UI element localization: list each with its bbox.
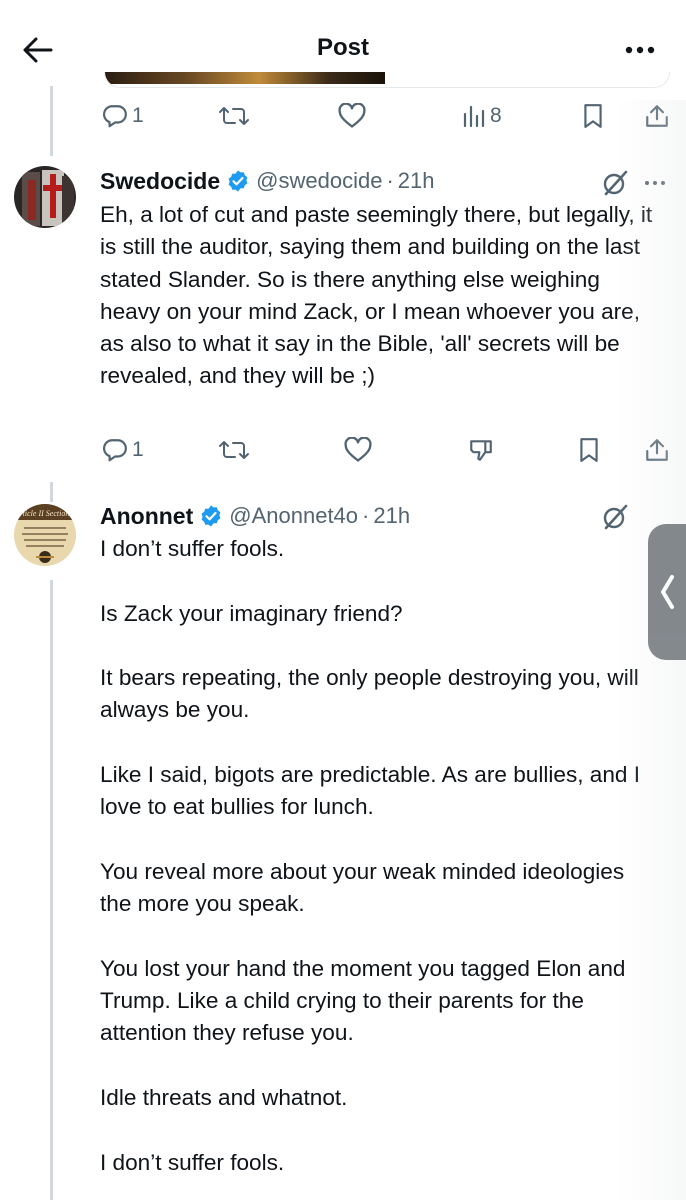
reply-header: Anonnet @Anonnet4o · 21h (100, 501, 410, 531)
author-name[interactable]: Anonnet (100, 503, 193, 530)
reply-icon (103, 105, 127, 128)
more-icon (645, 181, 665, 185)
chevron-left-icon (661, 575, 674, 609)
reply-post[interactable]: Article II Section 4 Anonnet @Anonnet4o … (0, 500, 686, 1200)
reply-post[interactable]: Swedocide @swedocide · 21h Eh, a lot of … (0, 166, 686, 496)
like-icon (338, 103, 366, 128)
avatar[interactable] (14, 166, 76, 228)
verified-icon (201, 505, 221, 527)
views-icon (463, 105, 485, 128)
verified-icon (228, 170, 248, 192)
reply-paragraph: Eh, a lot of cut and paste seemingly the… (100, 202, 653, 389)
thread-line (50, 86, 53, 156)
reply-header: Swedocide @swedocide · 21h (100, 166, 435, 196)
like-button[interactable] (338, 103, 366, 129)
bookmark-icon (580, 438, 598, 462)
svg-text:Article II Section 4: Article II Section 4 (14, 509, 75, 518)
reply-icon (103, 439, 127, 462)
reply-button[interactable]: 1 (102, 103, 144, 129)
views-count: 8 (490, 104, 502, 127)
reply-paragraph: Like I said, bigots are predictable. As … (100, 762, 641, 820)
reply-count: 1 (132, 104, 144, 127)
separator-dot: · (386, 168, 394, 193)
reply-count: 1 (132, 438, 144, 461)
reply-paragraph: It bears repeating, the only people dest… (100, 665, 639, 723)
bookmark-icon (584, 104, 602, 128)
share-icon (646, 105, 668, 127)
share-button[interactable] (644, 437, 670, 463)
author-name[interactable]: Swedocide (100, 168, 220, 195)
reply-action-bar: 1 (100, 428, 670, 472)
separator-dot: · (362, 503, 370, 528)
grok-icon (603, 504, 628, 530)
retweet-icon (219, 441, 249, 459)
share-button[interactable] (644, 103, 670, 129)
grok-button[interactable] (600, 502, 630, 532)
reply-paragraph: Is Zack your imaginary friend? (100, 600, 403, 626)
more-icon (625, 46, 655, 54)
side-panel-handle[interactable] (648, 524, 686, 660)
retweet-icon (219, 107, 249, 125)
retweet-button[interactable] (218, 103, 250, 129)
more-button[interactable] (620, 30, 660, 70)
reply-paragraph: Idle threats and whatnot. (100, 1085, 348, 1111)
reply-text: Eh, a lot of cut and paste seemingly the… (100, 199, 660, 393)
dislike-icon (470, 440, 492, 461)
post-media-edge[interactable] (104, 72, 670, 88)
grok-icon (603, 170, 628, 196)
post-action-bar: 1 8 (100, 94, 670, 138)
reply-text: I don’t suffer fools. Is Zack your imagi… (100, 533, 660, 1179)
author-handle[interactable]: @Anonnet4o (229, 503, 358, 529)
views-button[interactable]: 8 (462, 104, 502, 128)
share-icon (646, 439, 668, 461)
like-icon (344, 437, 372, 462)
post-time[interactable]: 21h (373, 503, 410, 529)
reply-button[interactable]: 1 (102, 437, 144, 463)
author-handle[interactable]: @swedocide (256, 168, 382, 194)
reply-paragraph: You lost your hand the moment you tagged… (100, 955, 626, 1046)
bookmark-button[interactable] (582, 103, 604, 129)
bookmark-button[interactable] (578, 437, 600, 463)
like-button[interactable] (344, 437, 372, 463)
reply-paragraph: I don’t suffer fools. (100, 1149, 285, 1175)
page-title: Post (316, 34, 369, 61)
grok-button[interactable] (600, 168, 630, 198)
avatar[interactable]: Article II Section 4 (14, 504, 76, 566)
reply-more-button[interactable] (640, 166, 670, 196)
post-time[interactable]: 21h (398, 168, 435, 194)
retweet-button[interactable] (218, 437, 250, 463)
top-bar: Post (0, 0, 686, 100)
reply-paragraph: I don’t suffer fools. (100, 536, 285, 561)
dislike-button[interactable] (468, 437, 494, 463)
reply-paragraph: You reveal more about your weak minded i… (100, 858, 625, 917)
